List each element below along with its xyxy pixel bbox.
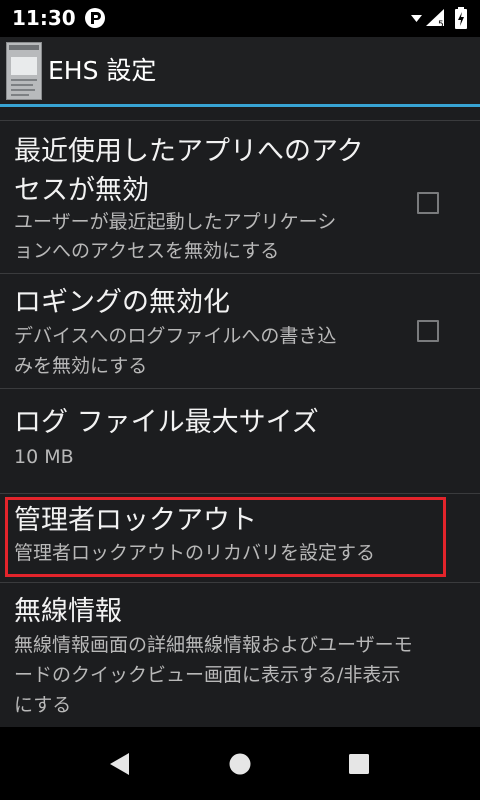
setting-title: ロギングの無効化 [14,287,230,318]
setting-title: 最近使用したアプリへのアク [14,136,364,167]
setting-title: ログ ファイル最大サイズ [14,407,319,438]
setting-summary: ユーザーが最近起動したアプリケーシ [14,211,337,233]
mobile-signal-icon: 5 [426,9,444,30]
page-title: EHS 設定 [48,56,157,85]
highlight-box [5,497,446,577]
setting-title: 無線情報 [14,596,122,627]
setting-disable-recent-apps[interactable]: 最近使用したアプリへのアク セスが無効 ユーザーが最近起動したアプリケーシ ョン… [0,121,480,273]
action-bar: EHS 設定 [0,37,480,105]
setting-summary: にする [14,694,72,716]
setting-summary: デバイスへのログファイルへの書き込 [14,325,337,347]
navigation-bar [0,727,480,800]
setting-title: セスが無効 [14,175,149,206]
home-icon[interactable] [229,751,251,777]
setting-summary: みを無効にする [14,355,148,377]
ehs-app-icon[interactable] [6,42,42,100]
setting-summary: ョンへのアクセスを無効にする [14,240,280,262]
setting-summary: 無線情報画面の詳細無線情報およびユーザーモ [14,634,413,656]
battery-charging-icon [455,7,467,29]
recents-icon[interactable] [348,751,370,777]
status-time: 11:30 [12,6,76,30]
setting-summary: ードのクイックビュー画面に表示する/非表示 [14,664,401,686]
settings-list[interactable]: 最近使用したアプリへのアク セスが無効 ユーザーが最近起動したアプリケーシ ョン… [0,107,480,727]
setting-value: 10 MB [14,446,74,468]
svg-text:5: 5 [438,20,444,30]
setting-disable-logging[interactable]: ロギングの無効化 デバイスへのログファイルへの書き込 みを無効にする [0,274,480,388]
back-icon[interactable] [107,751,131,777]
setting-log-file-max-size[interactable]: ログ ファイル最大サイズ 10 MB [0,389,480,493]
disable-recent-apps-checkbox[interactable] [417,192,439,214]
status-icons: 5 [410,6,470,30]
status-bar: 11:30 5 [0,0,480,37]
wifi-icon [411,15,422,22]
screen: 11:30 5 EHS 設定 最近使用したアプリへのアク セスが無効 ユーザーが… [0,0,480,800]
setting-radio-info[interactable]: 無線情報 無線情報画面の詳細無線情報およびユーザーモ ードのクイックビュー画面に… [0,583,480,727]
app-notification-icon [85,8,105,28]
disable-logging-checkbox[interactable] [417,320,439,342]
